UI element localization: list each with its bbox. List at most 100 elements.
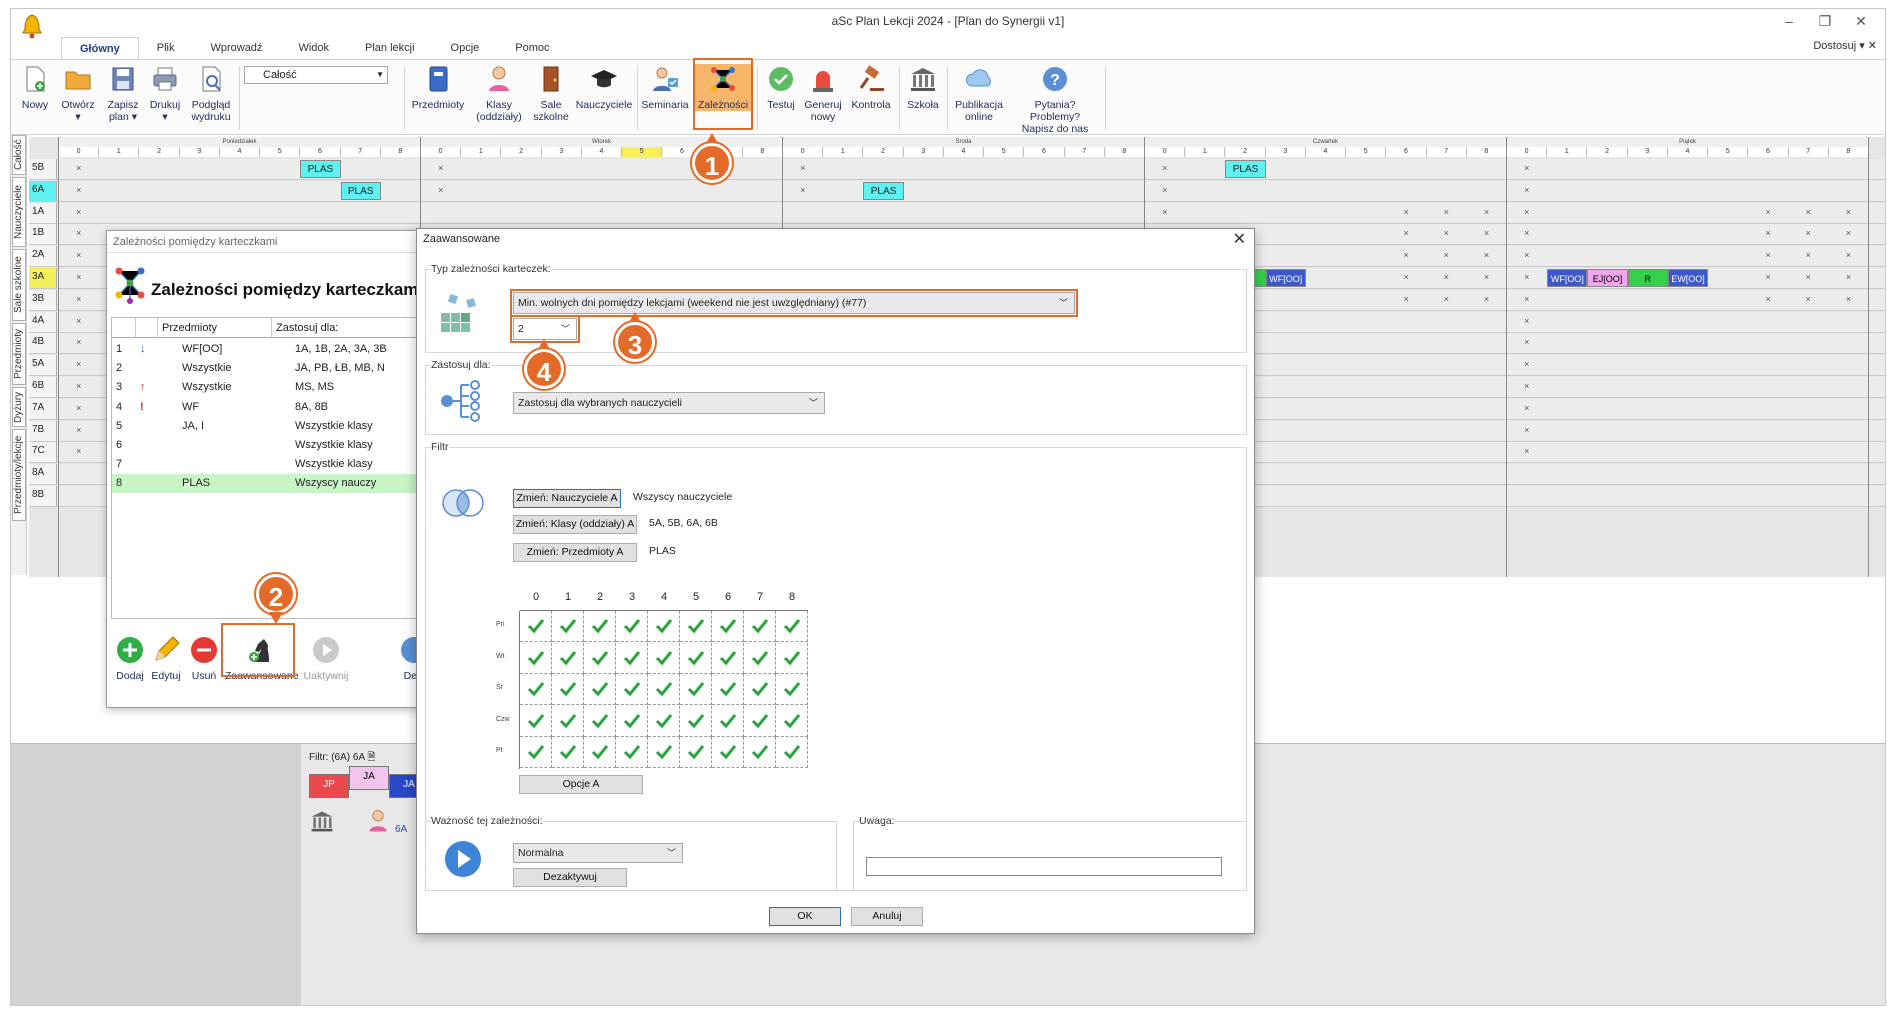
matrix-cell[interactable] <box>584 642 616 674</box>
row-class-label[interactable]: 8A <box>29 464 57 485</box>
matrix-column-header[interactable]: 2 <box>584 591 616 603</box>
matrix-cell[interactable] <box>680 611 712 642</box>
matrix-cell[interactable] <box>712 642 744 674</box>
matrix-row-header[interactable]: Pt <box>496 747 503 754</box>
deactivate-button[interactable]: Dezaktywuj <box>513 868 627 887</box>
matrix-column-header[interactable]: 5 <box>680 591 712 603</box>
print-preview-button[interactable]: Podgląd wydruku <box>187 64 235 123</box>
lesson-card[interactable]: EW[OO] <box>1667 269 1709 287</box>
tab-plik[interactable]: Plik <box>139 37 193 59</box>
matrix-cell[interactable] <box>776 642 808 674</box>
lesson-card[interactable]: PLAS <box>863 181 904 200</box>
table-row[interactable]: 7 Wszystkie klasy <box>112 455 426 474</box>
matrix-cell[interactable] <box>744 737 776 768</box>
matrix-cell[interactable] <box>616 674 648 705</box>
matrix-row-header[interactable]: Pn <box>496 621 505 628</box>
seminars-button[interactable]: Seminaria <box>639 64 691 111</box>
open-button[interactable]: Otwórz ▾ <box>57 64 99 123</box>
row-class-label[interactable]: 7A <box>29 398 57 419</box>
table-row[interactable]: 5 JA, I Wszystkie klasy <box>112 417 426 436</box>
matrix-cell[interactable] <box>648 705 680 737</box>
row-class-label[interactable]: 5A <box>29 355 57 376</box>
table-row[interactable]: 1 ↓ WF[OO] 1A, 1B, 2A, 3A, 3B <box>112 340 426 359</box>
row-class-label[interactable]: 1B <box>29 224 57 245</box>
side-tab-przedmioty[interactable]: Przedmioty <box>12 323 26 385</box>
matrix-cell[interactable] <box>520 674 552 705</box>
row-class-label[interactable]: 4B <box>29 333 57 354</box>
matrix-column-header[interactable]: 3 <box>616 591 648 603</box>
matrix-cell[interactable] <box>680 674 712 705</box>
tab-opcje[interactable]: Opcje <box>433 37 498 59</box>
matrix-cell[interactable] <box>616 611 648 642</box>
lesson-card[interactable]: PLAS <box>300 160 341 178</box>
customize-menu[interactable]: Dostosuj ▾ ✕ <box>1813 39 1877 52</box>
matrix-column-header[interactable]: 7 <box>744 591 776 603</box>
side-tab-sale[interactable]: Sale szkolne <box>12 249 26 321</box>
students-icon[interactable] <box>365 808 391 834</box>
change-subjects-button[interactable]: Zmień: Przedmioty A <box>513 543 637 562</box>
row-class-label[interactable]: 3B <box>29 289 57 310</box>
row-class-label[interactable]: 4A <box>29 311 57 332</box>
matrix-cell[interactable] <box>616 705 648 737</box>
matrix-column-header[interactable]: 1 <box>552 591 584 603</box>
row-class-label[interactable]: 6B <box>29 377 57 397</box>
change-teachers-button[interactable]: Zmień: Nauczyciele A <box>513 489 621 508</box>
matrix-cell[interactable] <box>648 674 680 705</box>
ok-button[interactable]: OK <box>769 907 841 926</box>
test-button[interactable]: Testuj <box>761 64 801 111</box>
maximize-icon[interactable]: ❐ <box>1807 11 1843 31</box>
matrix-column-header[interactable]: 8 <box>776 591 808 603</box>
matrix-cell[interactable] <box>552 674 584 705</box>
close-icon[interactable]: ✕ <box>1233 229 1246 249</box>
publish-online-button[interactable]: Publikacja online <box>951 64 1007 123</box>
close-icon[interactable]: ✕ <box>1843 11 1879 31</box>
matrix-cell[interactable] <box>712 737 744 768</box>
matrix-cell[interactable] <box>552 642 584 674</box>
lesson-card[interactable]: PLAS <box>1225 160 1266 178</box>
matrix-row-header[interactable]: Wt <box>496 653 505 660</box>
generate-button[interactable]: Generuj nowy <box>801 64 845 123</box>
row-class-label[interactable]: 6A <box>29 180 57 201</box>
control-button[interactable]: Kontrola <box>847 64 895 111</box>
matrix-cell[interactable] <box>520 737 552 768</box>
school-building-icon[interactable] <box>309 808 335 834</box>
cancel-button[interactable]: Anuluj <box>851 907 923 926</box>
help-button[interactable]: ? Pytania? Problemy? Napisz do nas <box>1009 64 1101 135</box>
matrix-cell[interactable] <box>776 705 808 737</box>
side-tab-nauczyciele[interactable]: Nauczyciele <box>12 177 26 247</box>
matrix-cell[interactable] <box>744 674 776 705</box>
save-button[interactable]: Zapisz plan ▾ <box>103 64 143 123</box>
classes-button[interactable]: Klasy (oddziały) <box>471 64 527 123</box>
matrix-cell[interactable] <box>744 642 776 674</box>
matrix-cell[interactable] <box>552 705 584 737</box>
add-button[interactable]: Dodaj <box>115 635 145 682</box>
matrix-cell[interactable] <box>680 642 712 674</box>
lesson-card[interactable]: PLAS <box>340 181 381 200</box>
row-class-label[interactable]: 1A <box>29 202 57 223</box>
rooms-button[interactable]: Sale szkolne <box>529 64 573 123</box>
matrix-cell[interactable] <box>584 611 616 642</box>
print-button[interactable]: Drukuj ▾ <box>145 64 185 123</box>
tab-wprowadz[interactable]: Wprowadź <box>192 37 280 59</box>
side-tab-przedmioty-lekcje[interactable]: Przedmioty/lekcje <box>12 429 26 521</box>
filter-edit-icon[interactable]: 🗎 <box>367 752 375 763</box>
minimize-icon[interactable]: – <box>1771 11 1807 31</box>
subjects-button[interactable]: Przedmioty <box>407 64 469 111</box>
lesson-card[interactable]: R <box>1627 269 1668 287</box>
tab-glowny[interactable]: Główny <box>61 37 139 59</box>
matrix-cell[interactable] <box>776 737 808 768</box>
school-button[interactable]: Szkoła <box>903 64 943 111</box>
edit-button[interactable]: Edytuj <box>149 635 183 682</box>
tab-plan-lekcji[interactable]: Plan lekcji <box>347 37 433 59</box>
matrix-column-header[interactable]: 0 <box>520 591 552 603</box>
matrix-cell[interactable] <box>584 705 616 737</box>
matrix-cell[interactable] <box>520 642 552 674</box>
col-apply[interactable]: Zastosuj dla: <box>272 318 426 338</box>
table-row[interactable]: 6 Wszystkie klasy <box>112 436 426 455</box>
matrix-cell[interactable] <box>712 674 744 705</box>
matrix-cell[interactable] <box>744 611 776 642</box>
tab-pomoc[interactable]: Pomoc <box>497 37 567 59</box>
teachers-button[interactable]: Nauczyciele <box>573 64 635 111</box>
subject-card[interactable]: JA <box>349 766 389 790</box>
matrix-cell[interactable] <box>520 705 552 737</box>
